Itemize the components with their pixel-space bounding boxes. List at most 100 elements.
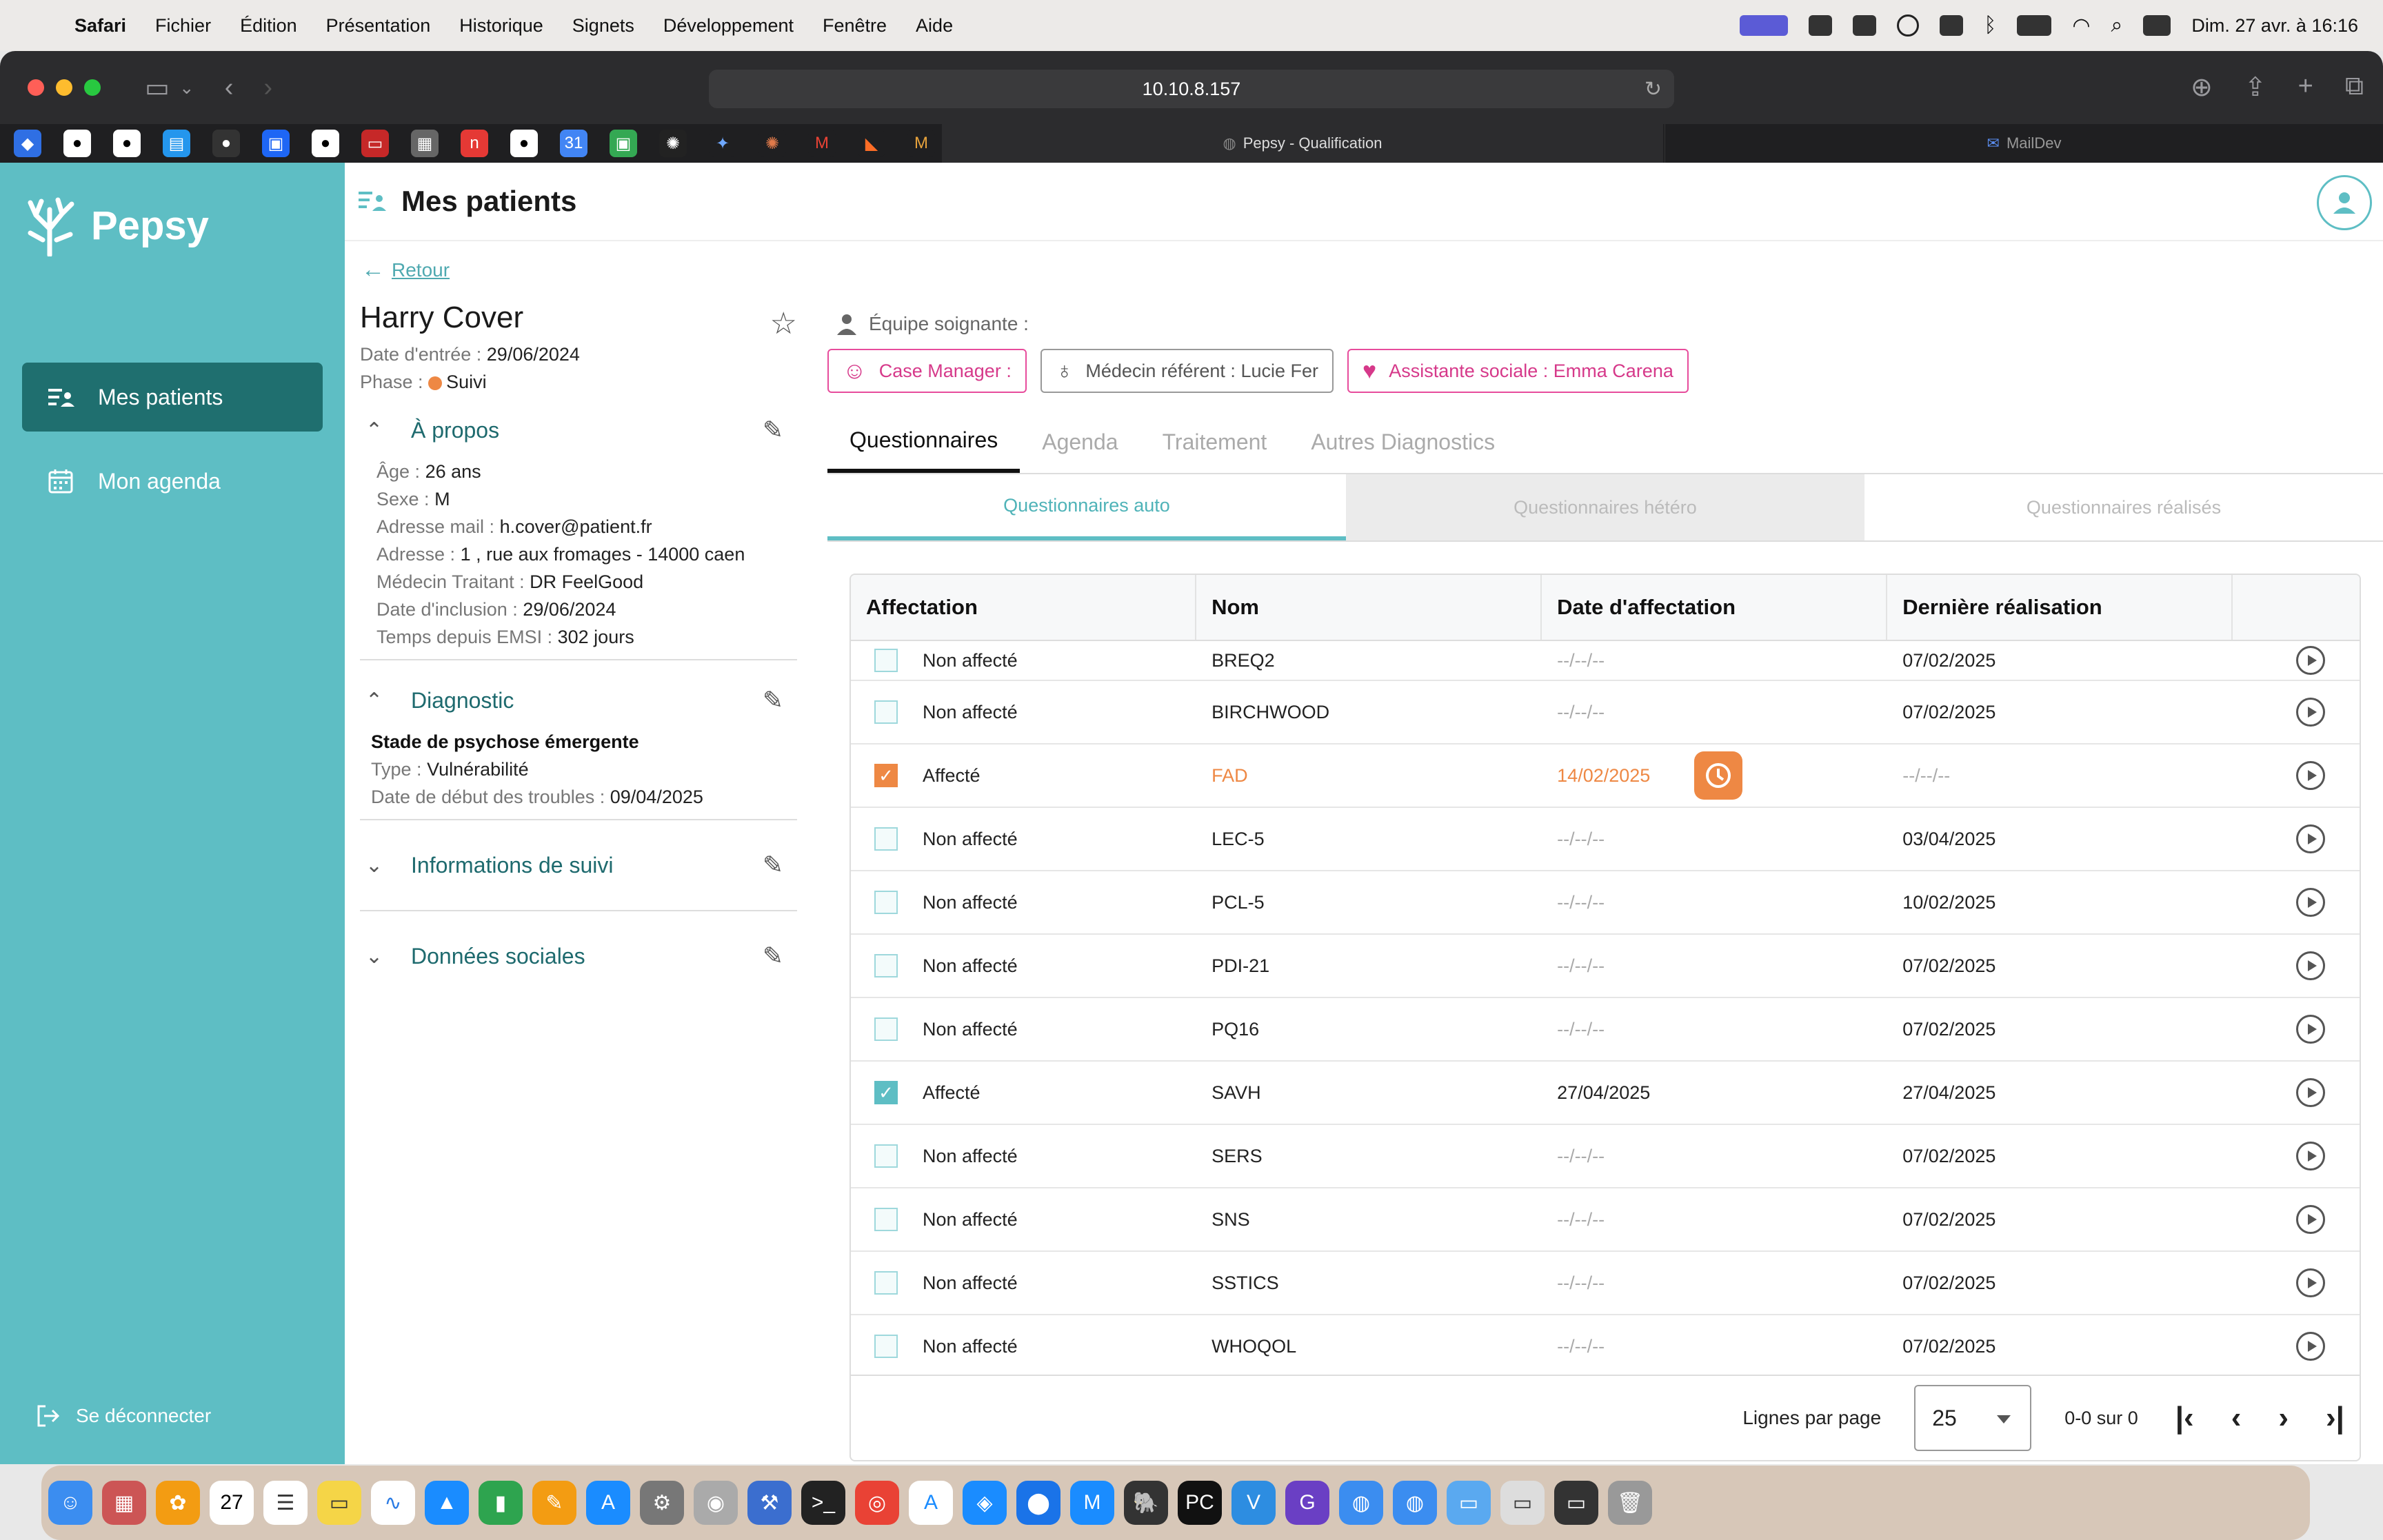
dock-safari-icon[interactable]: ◈ [963,1481,1007,1525]
tab-groups-chevron-icon[interactable]: ⌄ [179,77,194,99]
play-circle-icon[interactable] [2296,1268,2326,1297]
dock-gitkraken-icon[interactable]: G [1285,1481,1329,1525]
sidebar-item-mes-patients[interactable]: Mes patients [22,363,323,432]
assign-checkbox[interactable]: ✓ [874,1081,898,1104]
assign-checkbox[interactable] [874,700,898,724]
favorite-apple-icon[interactable]: ● [510,130,538,157]
favorite-grey-icon[interactable]: ▦ [411,130,439,157]
section-diagnostic-header[interactable]: ⌃ Diagnostic ✎ [360,673,797,728]
play-circle-icon[interactable] [2296,761,2326,790]
control-center-icon[interactable] [2143,15,2171,36]
sidebar-toggle-icon[interactable]: ▭ [145,72,170,103]
table-row[interactable]: Non affecté PDI-21 --/--/-- 07/02/2025 [851,935,2360,998]
edit-followup-icon[interactable]: ✎ [763,851,783,880]
dock-finder-icon[interactable]: ☺ [48,1481,92,1525]
close-window-button[interactable] [28,79,44,96]
play-circle-icon[interactable] [2296,1205,2326,1234]
battery-icon[interactable] [2017,15,2052,36]
dock-trash-icon[interactable]: 🗑 [1608,1481,1652,1525]
new-tab-icon[interactable]: + [2298,72,2313,103]
favorite-docker-icon[interactable]: ▤ [163,130,190,157]
dock-folder-icon[interactable]: ▭ [1447,1481,1491,1525]
favorite-gemini-icon[interactable]: ✦ [709,130,736,157]
dock-numbers-icon[interactable]: ▮ [479,1481,523,1525]
section-followup-header[interactable]: ⌄ Informations de suivi ✎ [360,820,797,910]
play-circle-icon[interactable] [2296,1142,2326,1171]
edit-diagnostic-icon[interactable]: ✎ [763,686,783,715]
brand-logo[interactable]: Pepsy [22,194,209,256]
dock-pycharm-icon[interactable]: PC [1178,1481,1222,1525]
menu-safari[interactable]: Safari [74,15,126,37]
dock-markdown-icon[interactable]: M [1070,1481,1114,1525]
play-circle-icon[interactable] [2296,1078,2326,1107]
favorite-github-icon[interactable]: ● [63,130,91,157]
menu-presentation[interactable]: Présentation [326,15,431,37]
tab-questionnaires[interactable]: Questionnaires [827,411,1020,473]
favorite-openai-icon[interactable]: ✺ [659,130,687,157]
tab-pepsy-qualification[interactable]: ◍ Pepsy - Qualification [942,124,1663,163]
dock-photos-icon[interactable]: ✿ [156,1481,200,1525]
menu-fenetre[interactable]: Fenêtre [823,15,887,37]
dock-window-thumb-icon[interactable]: ▭ [1500,1481,1545,1525]
spotlight-icon[interactable]: ⌕ [2111,14,2123,37]
table-row[interactable]: Non affecté PQ16 --/--/-- 07/02/2025 [851,998,2360,1062]
column-header-nom[interactable]: Nom [1196,575,1542,640]
dock-instruments-icon[interactable]: A [909,1481,953,1525]
forward-nav-icon[interactable]: › [263,73,272,103]
menu-extra-icon[interactable] [1940,15,1964,36]
grammarly-icon[interactable] [1809,15,1833,36]
edit-about-icon[interactable]: ✎ [763,416,783,445]
dock-notes-icon[interactable]: ▭ [317,1481,361,1525]
favorite-app-icon[interactable]: ● [212,130,240,157]
address-bar[interactable]: 10.10.8.157 ↻ [709,70,1674,108]
subtab-questionnaires-auto[interactable]: Questionnaires auto [827,474,1346,540]
favorite-bitwarden-icon[interactable]: ▣ [262,130,290,157]
table-row[interactable]: Non affecté BIRCHWOOD --/--/-- 07/02/2025 [851,681,2360,744]
assign-checkbox[interactable] [874,827,898,851]
dock-chrome-icon[interactable]: ◎ [855,1481,899,1525]
rows-per-page-select[interactable]: 25 [1914,1385,2032,1451]
table-row[interactable]: Non affecté LEC-5 --/--/-- 03/04/2025 [851,808,2360,871]
play-circle-icon[interactable] [2296,646,2326,675]
downloads-icon[interactable]: ⊕ [2191,72,2213,103]
assign-checkbox[interactable] [874,1144,898,1168]
subtab-questionnaires-realises[interactable]: Questionnaires réalisés [1864,474,2383,540]
dock-vscode-icon[interactable]: V [1231,1481,1276,1525]
play-circle-icon[interactable] [2296,1332,2326,1361]
edit-social-icon[interactable]: ✎ [763,942,783,971]
favorite-red-icon[interactable]: ▭ [361,130,389,157]
dock-globe-icon[interactable]: ◍ [1339,1481,1383,1525]
dock-pgadmin-icon[interactable]: 🐘 [1124,1481,1168,1525]
favorite-star-icon[interactable]: ☆ [770,306,797,341]
assign-checkbox[interactable] [874,1335,898,1358]
dock-calendar-icon[interactable]: 27 [210,1481,254,1525]
dock-maps-icon[interactable]: ⬤ [1016,1481,1060,1525]
menu-historique[interactable]: Historique [459,15,543,37]
play-circle-icon[interactable] [2296,698,2326,727]
section-about-header[interactable]: ⌃ À propos ✎ [360,403,797,458]
wifi-icon[interactable]: ◠ [2072,14,2090,38]
bluetooth-icon[interactable]: ᛒ [1984,14,1996,37]
dock-pages-icon[interactable]: ✎ [532,1481,576,1525]
tab-overview-icon[interactable]: ⧉ [2345,72,2364,103]
favorite-calendar-icon[interactable]: 31 [560,130,587,157]
dock-lock-icon[interactable]: ◉ [694,1481,738,1525]
dock-terminal-icon[interactable]: >_ [801,1481,845,1525]
screen-share-icon[interactable] [1740,15,1789,36]
favorite-gmail-icon[interactable]: M [808,130,836,157]
previous-page-icon[interactable]: ‹ [2231,1401,2242,1435]
column-header-affectation[interactable]: Affectation [851,575,1197,640]
assign-checkbox[interactable] [874,891,898,914]
chip-medecin-referent[interactable]: ♁ Médecin référent : Lucie Fer [1040,349,1334,393]
table-row[interactable]: ✓ Affecté FAD 14/02/2025 --/--/-- [851,744,2360,808]
back-nav-icon[interactable]: ‹ [225,73,234,103]
table-row[interactable]: ✓ Affecté SAVH 27/04/2025 27/04/2025 [851,1062,2360,1125]
dock-keynote-icon[interactable]: ▲ [425,1481,469,1525]
subtab-questionnaires-hetero[interactable]: Questionnaires hétéro [1346,474,1864,540]
dock-freeform-icon[interactable]: ∿ [371,1481,415,1525]
column-header-date-affectation[interactable]: Date d'affectation [1542,575,1888,640]
favorite-gitlab-icon[interactable]: ◣ [858,130,885,157]
table-row[interactable]: Non affecté SERS --/--/-- 07/02/2025 [851,1125,2360,1188]
favorite-claude-icon[interactable]: ✺ [758,130,786,157]
favorite-notion-icon[interactable]: n [461,130,488,157]
